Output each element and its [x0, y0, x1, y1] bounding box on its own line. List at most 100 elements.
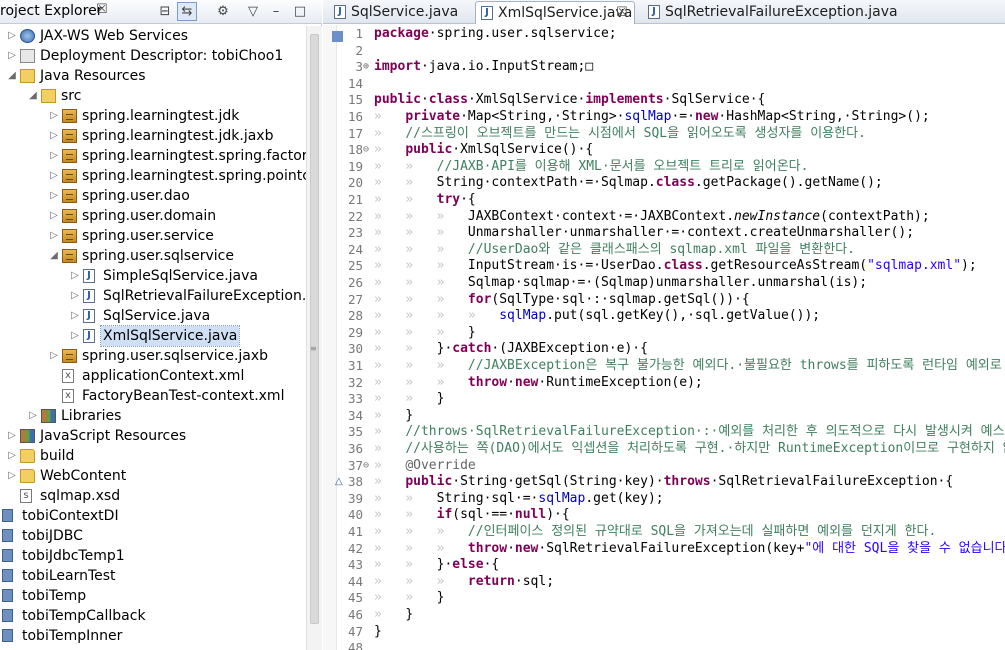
collapsed-arrow-icon[interactable]: ▷: [48, 346, 60, 366]
code-line[interactable]: 1 package·spring.user.sqlservice;: [337, 26, 1005, 43]
tree-item[interactable]: ▷ build: [0, 446, 306, 466]
collapse-fold-icon[interactable]: ⊖: [363, 458, 373, 475]
tree-item[interactable]: ▷ spring.learningtest.jdk.jaxb: [0, 126, 306, 146]
code-line[interactable]: 15 public·class·XmlSqlService·implements·…: [337, 92, 1005, 109]
code-line[interactable]: 16 » private·Map<String,·String>·sqlMap·=…: [337, 109, 1005, 126]
minimize-icon[interactable]: –: [266, 2, 286, 21]
code-line[interactable]: 27 » » » for(SqlType·sql·:·sqlmap.getSql(…: [337, 292, 1005, 309]
code-line[interactable]: 2: [337, 43, 1005, 60]
expanded-arrow-icon[interactable]: ◢: [27, 86, 39, 106]
tree-item[interactable]: ▷ J SimpleSqlService.java: [0, 266, 306, 286]
code-line[interactable]: 3 ⊕ import·java.io.InputStream;□: [337, 59, 1005, 76]
collapsed-arrow-icon[interactable]: ▷: [6, 46, 18, 66]
code-line[interactable]: 43 » » }·else·{: [337, 557, 1005, 574]
scrollbar-thumb[interactable]: [310, 34, 319, 624]
collapsed-arrow-icon[interactable]: ▷: [48, 166, 60, 186]
code-line[interactable]: 17 » //스프링이 오브젝트를 만드는 시점에서 SQL을 읽어오도록 생성자…: [337, 126, 1005, 143]
collapsed-arrow-icon[interactable]: ▷: [48, 126, 60, 146]
tab-sqlservice[interactable]: J SqlService.java: [329, 1, 467, 24]
code-area[interactable]: 1 package·spring.user.sqlservice; 2 3 ⊕ impor…: [337, 26, 1005, 650]
settings-icon[interactable]: ⚙: [213, 2, 233, 21]
view-menu-icon[interactable]: ▽: [243, 2, 263, 21]
code-line[interactable]: 31 » » » //JAXBException은 복구 불가능한 예외다.·불필…: [337, 358, 1005, 375]
explorer-title[interactable]: roject Explorer: [0, 3, 102, 19]
code-line[interactable]: 28 » » » » sqlMap.put(sql.getKey(),·sql.g…: [337, 308, 1005, 325]
collapsed-arrow-icon[interactable]: ▷: [6, 466, 18, 486]
collapsed-arrow-icon[interactable]: ▷: [48, 186, 60, 206]
tree-item[interactable]: tobiJDBC: [0, 526, 306, 546]
tree-item[interactable]: ◢ src: [0, 86, 306, 106]
tree-item[interactable]: s sqlmap.xsd: [0, 486, 306, 506]
code-line[interactable]: 47}: [337, 624, 1005, 641]
code-line[interactable]: 35 » //throws·SqlRetrievalFailureExceptio…: [337, 424, 1005, 441]
tree-item[interactable]: ▷ spring.user.service: [0, 226, 306, 246]
expanded-arrow-icon[interactable]: ◢: [48, 246, 60, 266]
collapsed-arrow-icon[interactable]: ▷: [69, 326, 81, 346]
code-line[interactable]: 23 » » » Unmarshaller·unmarshaller·=·cont…: [337, 225, 1005, 242]
tree-item[interactable]: ▷ spring.learningtest.spring.pointcut: [0, 166, 306, 186]
code-line[interactable]: 34 » }: [337, 408, 1005, 425]
tree-item[interactable]: ▷ Deployment Descriptor: tobiChoo1: [0, 46, 306, 66]
tree-item[interactable]: ▷ J XmlSqlService.java: [0, 325, 306, 347]
code-line[interactable]: 26 » » » Sqlmap·sqlmap·=·(Sqlmap)unmarsha…: [337, 275, 1005, 292]
code-line[interactable]: 19 » » //JAXB·API를 이용해 XML·문서를 오브젝트 트리로 읽…: [337, 159, 1005, 176]
code-line[interactable]: 22 » » » JAXBContext·context·=·JAXBContex…: [337, 209, 1005, 226]
tree-item[interactable]: tobiLearnTest: [0, 566, 306, 586]
collapsed-arrow-icon[interactable]: ▷: [69, 306, 81, 326]
code-line[interactable]: 25 » » » InputStream·is·=·UserDao.class.g…: [337, 258, 1005, 275]
tree-item[interactable]: ◢ Java Resources: [0, 66, 306, 86]
collapsed-arrow-icon[interactable]: ▷: [6, 446, 18, 466]
tree-item[interactable]: ▷ spring.user.dao: [0, 186, 306, 206]
code-line[interactable]: 46 » }: [337, 607, 1005, 624]
code-line[interactable]: 30 » » }·catch·(JAXBException·e)·{: [337, 341, 1005, 358]
code-line[interactable]: 29 » » » }: [337, 325, 1005, 342]
code-line[interactable]: 36 » //사용하는 쪽(DAO)에서도 익셉션을 처리하도록 구현.·하지만 …: [337, 441, 1005, 458]
code-line[interactable]: 24 » » » //UserDao와 같은 클래스패스의 sqlmap.xml …: [337, 242, 1005, 259]
collapsed-arrow-icon[interactable]: ▷: [48, 146, 60, 166]
code-line[interactable]: 45 » » }: [337, 590, 1005, 607]
tree-item[interactable]: tobiTemp: [0, 586, 306, 606]
code-line[interactable]: 42 » » » throw·new·SqlRetrievalFailureExc…: [337, 541, 1005, 558]
tree-item[interactable]: x FactoryBeanTest-context.xml: [0, 386, 306, 406]
tree-item[interactable]: ▷ JAX-WS Web Services: [0, 26, 306, 46]
tree-item[interactable]: ▷ spring.user.sqlservice.jaxb: [0, 346, 306, 366]
tree-item[interactable]: ▷ spring.learningtest.spring.factorybear: [0, 146, 306, 166]
code-line[interactable]: 40 » » if(sql·==·null)·{: [337, 507, 1005, 524]
code-line[interactable]: 21 » » try·{: [337, 192, 1005, 209]
tree-item[interactable]: ▷J SqlRetrievalFailureException.java: [0, 286, 306, 306]
collapsed-arrow-icon[interactable]: ▷: [48, 106, 60, 126]
expanded-arrow-icon[interactable]: ◢: [6, 66, 18, 86]
close-icon[interactable]: ☒: [96, 2, 108, 17]
code-line[interactable]: 38 » public·String·getSql(String·key)·thr…: [337, 474, 1005, 491]
tree-item[interactable]: ▷ spring.learningtest.jdk: [0, 106, 306, 126]
tab-xmlsqlservice[interactable]: J XmlSqlService.java ☒: [475, 1, 635, 24]
collapsed-arrow-icon[interactable]: ▷: [27, 406, 39, 426]
code-line[interactable]: 32 » » » throw·new·RuntimeException(e);: [337, 375, 1005, 392]
tree-item[interactable]: tobiContextDI: [0, 506, 306, 526]
collapsed-arrow-icon[interactable]: ▷: [6, 26, 18, 46]
tree-item[interactable]: tobiTempCallback: [0, 606, 306, 626]
code-line[interactable]: 18 ⊖» public·XmlSqlService()·{: [337, 142, 1005, 159]
collapsed-arrow-icon[interactable]: ▷: [69, 286, 81, 306]
code-line[interactable]: 44 » » » return·sql;: [337, 574, 1005, 591]
collapsed-arrow-icon[interactable]: ▷: [48, 226, 60, 246]
collapse-all-icon[interactable]: ⊟: [155, 2, 175, 21]
code-line[interactable]: 39 » » String·sql·=·sqlMap.get(key);: [337, 491, 1005, 508]
code-line[interactable]: 33 » » }: [337, 391, 1005, 408]
tree-item[interactable]: ◢ spring.user.sqlservice: [0, 246, 306, 266]
collapsed-arrow-icon[interactable]: ▷: [48, 206, 60, 226]
tree-item[interactable]: ▷ J SqlService.java: [0, 306, 306, 326]
code-line[interactable]: 37 ⊖» @Override: [337, 458, 1005, 475]
code-line[interactable]: 20 » » String·contextPath·=·Sqlmap.class.…: [337, 175, 1005, 192]
expand-fold-icon[interactable]: ⊕: [363, 59, 373, 76]
tree-item[interactable]: tobiTempInner: [0, 626, 306, 646]
tree-item[interactable]: ▷ spring.user.domain: [0, 206, 306, 226]
code-line[interactable]: 14: [337, 76, 1005, 93]
collapsed-arrow-icon[interactable]: ▷: [6, 426, 18, 446]
tree-item[interactable]: ▷ WebContent: [0, 466, 306, 486]
collapsed-arrow-icon[interactable]: ▷: [69, 266, 81, 286]
tab-sqlretrievalfailureexception[interactable]: J SqlRetrievalFailureException.java: [643, 1, 898, 24]
maximize-icon[interactable]: □: [290, 2, 310, 21]
link-with-editor-icon[interactable]: ⇆: [177, 2, 197, 21]
tree-item[interactable]: ▷ Libraries: [0, 406, 306, 426]
